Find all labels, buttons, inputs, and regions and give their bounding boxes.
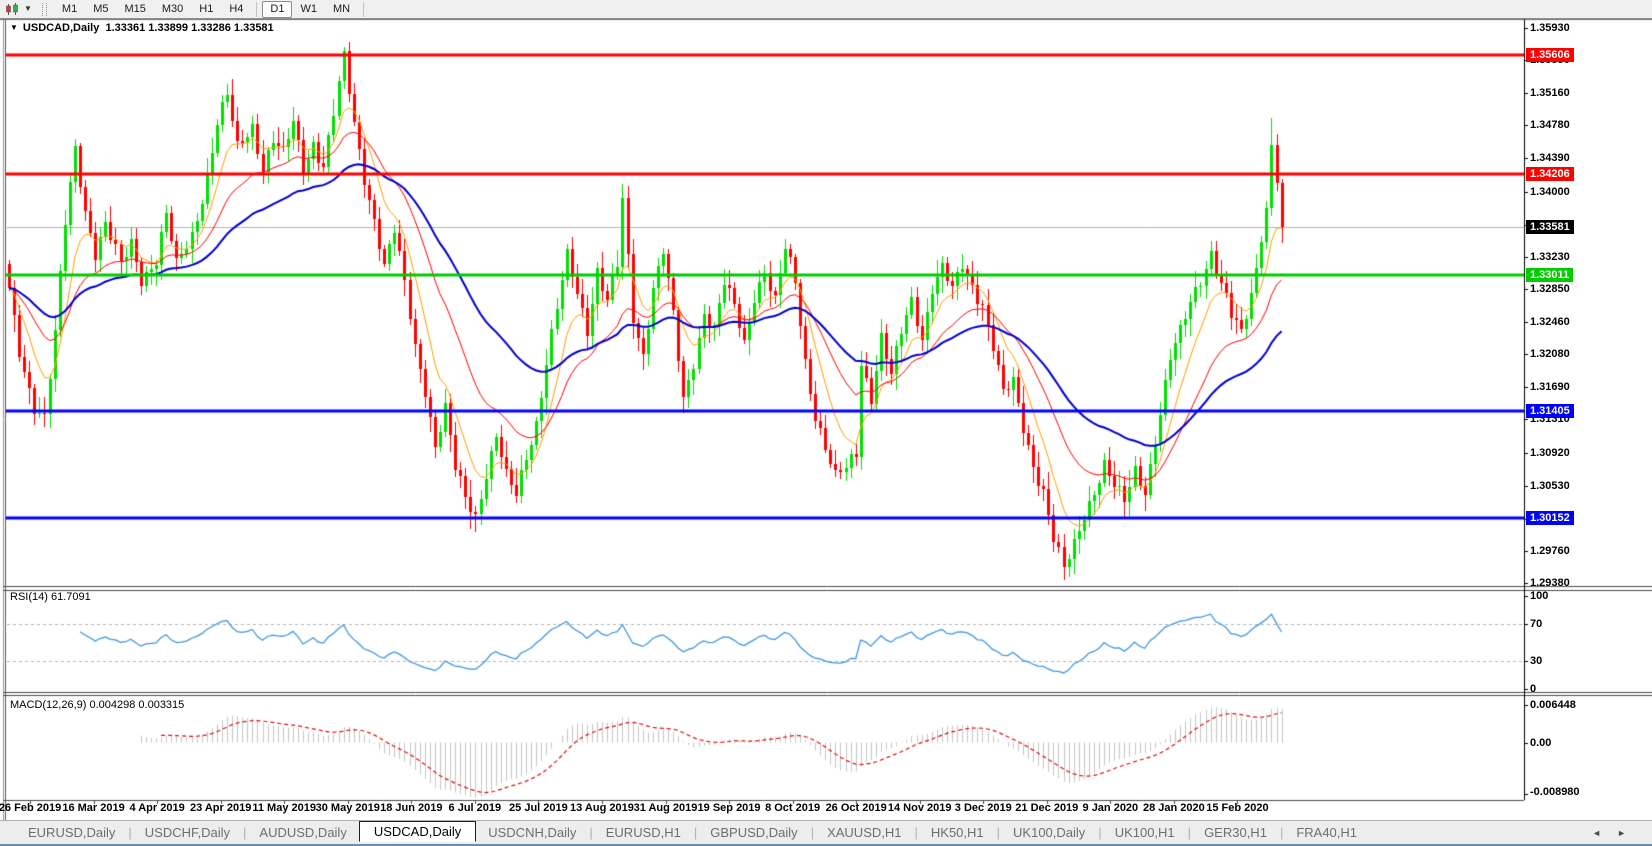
chart-tab-uk100-daily[interactable]: UK100,Daily: [1001, 823, 1097, 842]
date-axis-label: 13 Aug 2019: [570, 802, 634, 814]
date-axis-label: 4 Apr 2019: [129, 802, 184, 814]
rsi-axis-label: 70: [1530, 618, 1542, 630]
price-axis-label: 1.29380: [1530, 577, 1570, 589]
date-axis-label: 18 Jun 2019: [380, 802, 442, 814]
date-axis-label: 3 Dec 2019: [955, 802, 1012, 814]
price-axis-label: 1.30920: [1530, 447, 1570, 459]
chart-tab-xauusd-h1[interactable]: XAUUSD,H1: [815, 823, 913, 842]
trading-terminal-window: ▼ M1M5M15M30H1H4 D1W1MN ▼ USDCAD,Daily 1.3…: [0, 0, 1652, 846]
level-price-badge: 1.35606: [1526, 48, 1574, 62]
date-axis-label: 21 Dec 2019: [1015, 802, 1078, 814]
toolbar-separator: [256, 2, 257, 17]
chart-tab-usdcnh-daily[interactable]: USDCNH,Daily: [476, 823, 588, 842]
price-axis-label: 1.32460: [1530, 316, 1570, 328]
chart-symbol-period: USDCAD,Daily: [23, 22, 99, 34]
date-axis-label: 23 Apr 2019: [190, 802, 251, 814]
chart-title: ▼ USDCAD,Daily 1.33361 1.33899 1.33286 1.…: [10, 22, 274, 34]
chart-tab-hk50-h1[interactable]: HK50,H1: [919, 823, 996, 842]
date-axis-label: 16 Mar 2019: [62, 802, 124, 814]
timeframe-button-m15[interactable]: M15: [116, 1, 153, 18]
chart-tab-gbpusd-daily[interactable]: GBPUSD,Daily: [698, 823, 809, 842]
macd-axis-label: 0.006448: [1530, 699, 1576, 711]
macd-axis-label: 0.00: [1530, 737, 1551, 749]
date-axis-label: 8 Oct 2019: [765, 802, 820, 814]
current-price-badge: 1.33581: [1526, 220, 1574, 234]
timeframe-button-m5[interactable]: M5: [85, 1, 116, 18]
timeframe-button-group: M1M5M15M30H1H4 D1W1MN: [54, 1, 369, 18]
level-price-badge: 1.31405: [1526, 404, 1574, 418]
date-axis-label: 28 Jan 2020: [1143, 802, 1205, 814]
candlestick-chart-icon: [6, 3, 21, 16]
timeframe-button-d1[interactable]: D1: [262, 1, 292, 18]
date-axis-label: 25 Jul 2019: [509, 802, 568, 814]
date-axis-label: 15 Feb 2020: [1206, 802, 1268, 814]
chart-tab-audusd-daily[interactable]: AUDUSD,Daily: [247, 823, 358, 842]
date-axis-label: 30 May 2019: [316, 802, 380, 814]
timeframe-button-m30[interactable]: M30: [154, 1, 191, 18]
level-price-badge: 1.33011: [1526, 268, 1573, 282]
level-price-badge: 1.34206: [1526, 167, 1574, 181]
tab-scroll-right-icon[interactable]: ►: [1617, 828, 1626, 838]
price-axis-label: 1.34390: [1530, 152, 1570, 164]
chart-ohlc-quotes: 1.33361 1.33899 1.33286 1.33581: [105, 22, 273, 34]
date-axis-label: 26 Feb 2019: [0, 802, 61, 814]
price-axis-label: 1.34000: [1530, 186, 1570, 198]
date-axis-label: 26 Oct 2019: [826, 802, 887, 814]
price-axis-label: 1.33230: [1530, 251, 1570, 263]
timeframe-button-mn[interactable]: MN: [325, 1, 358, 18]
macd-indicator-label: MACD(12,26,9) 0.004298 0.003315: [10, 699, 184, 711]
timeframe-button-h1[interactable]: H1: [191, 1, 221, 18]
toolbar-separator: [363, 2, 364, 17]
price-axis-label: 1.30530: [1530, 480, 1570, 492]
chart-tab-ger30-h1[interactable]: GER30,H1: [1192, 823, 1279, 842]
chart-tab-usdchf-daily[interactable]: USDCHF,Daily: [133, 823, 242, 842]
price-axis-label: 1.29760: [1530, 545, 1570, 557]
timeframe-button-w1[interactable]: W1: [292, 1, 325, 18]
toolbar-grip[interactable]: [42, 3, 47, 16]
price-axis-label: 1.35930: [1530, 22, 1570, 34]
rsi-indicator-label: RSI(14) 61.7091: [10, 591, 91, 603]
level-price-badge: 1.30152: [1526, 511, 1574, 525]
chart-tab-fra40-h1[interactable]: FRA40,H1: [1284, 823, 1369, 842]
timeframe-button-h4[interactable]: H4: [221, 1, 251, 18]
toolbar: ▼ M1M5M15M30H1H4 D1W1MN: [0, 0, 1652, 19]
chart-tab-uk100-h1[interactable]: UK100,H1: [1103, 823, 1187, 842]
macd-axis-label: -0.008980: [1530, 786, 1580, 798]
rsi-axis-label: 30: [1530, 655, 1542, 667]
chart-tab-bar: EURUSD,Daily|USDCHF,Daily|AUDUSD,DailyUS…: [0, 820, 1652, 844]
date-axis-label: 19 Sep 2019: [698, 802, 761, 814]
chart-tab-usdcad-daily[interactable]: USDCAD,Daily: [359, 821, 476, 842]
date-axis-label: 11 May 2019: [252, 802, 316, 814]
tab-scroll-arrows: ◄►: [1592, 828, 1626, 838]
collapse-triangle-icon[interactable]: ▼: [10, 23, 18, 32]
dropdown-caret-icon: ▼: [24, 5, 32, 13]
date-axis-label: 31 Aug 2019: [634, 802, 698, 814]
timeframe-button-m1[interactable]: M1: [54, 1, 85, 18]
date-axis-label: 9 Jan 2020: [1083, 802, 1139, 814]
price-axis-label: 1.32850: [1530, 283, 1570, 295]
chart-tab-eurusd-h1[interactable]: EURUSD,H1: [594, 823, 693, 842]
chart-canvas[interactable]: [0, 0, 1652, 846]
price-axis-label: 1.31690: [1530, 381, 1570, 393]
tab-scroll-left-icon[interactable]: ◄: [1592, 828, 1601, 838]
price-axis-label: 1.32080: [1530, 348, 1570, 360]
chart-tab-eurusd-daily[interactable]: EURUSD,Daily: [16, 823, 127, 842]
rsi-axis-label: 100: [1530, 590, 1548, 602]
date-axis-label: 6 Jul 2019: [449, 802, 502, 814]
price-axis-label: 1.35160: [1530, 87, 1570, 99]
chart-type-button[interactable]: ▼: [0, 1, 38, 18]
price-axis-label: 1.34780: [1530, 119, 1570, 131]
rsi-axis-label: 0: [1530, 683, 1536, 695]
date-axis-label: 14 Nov 2019: [888, 802, 952, 814]
